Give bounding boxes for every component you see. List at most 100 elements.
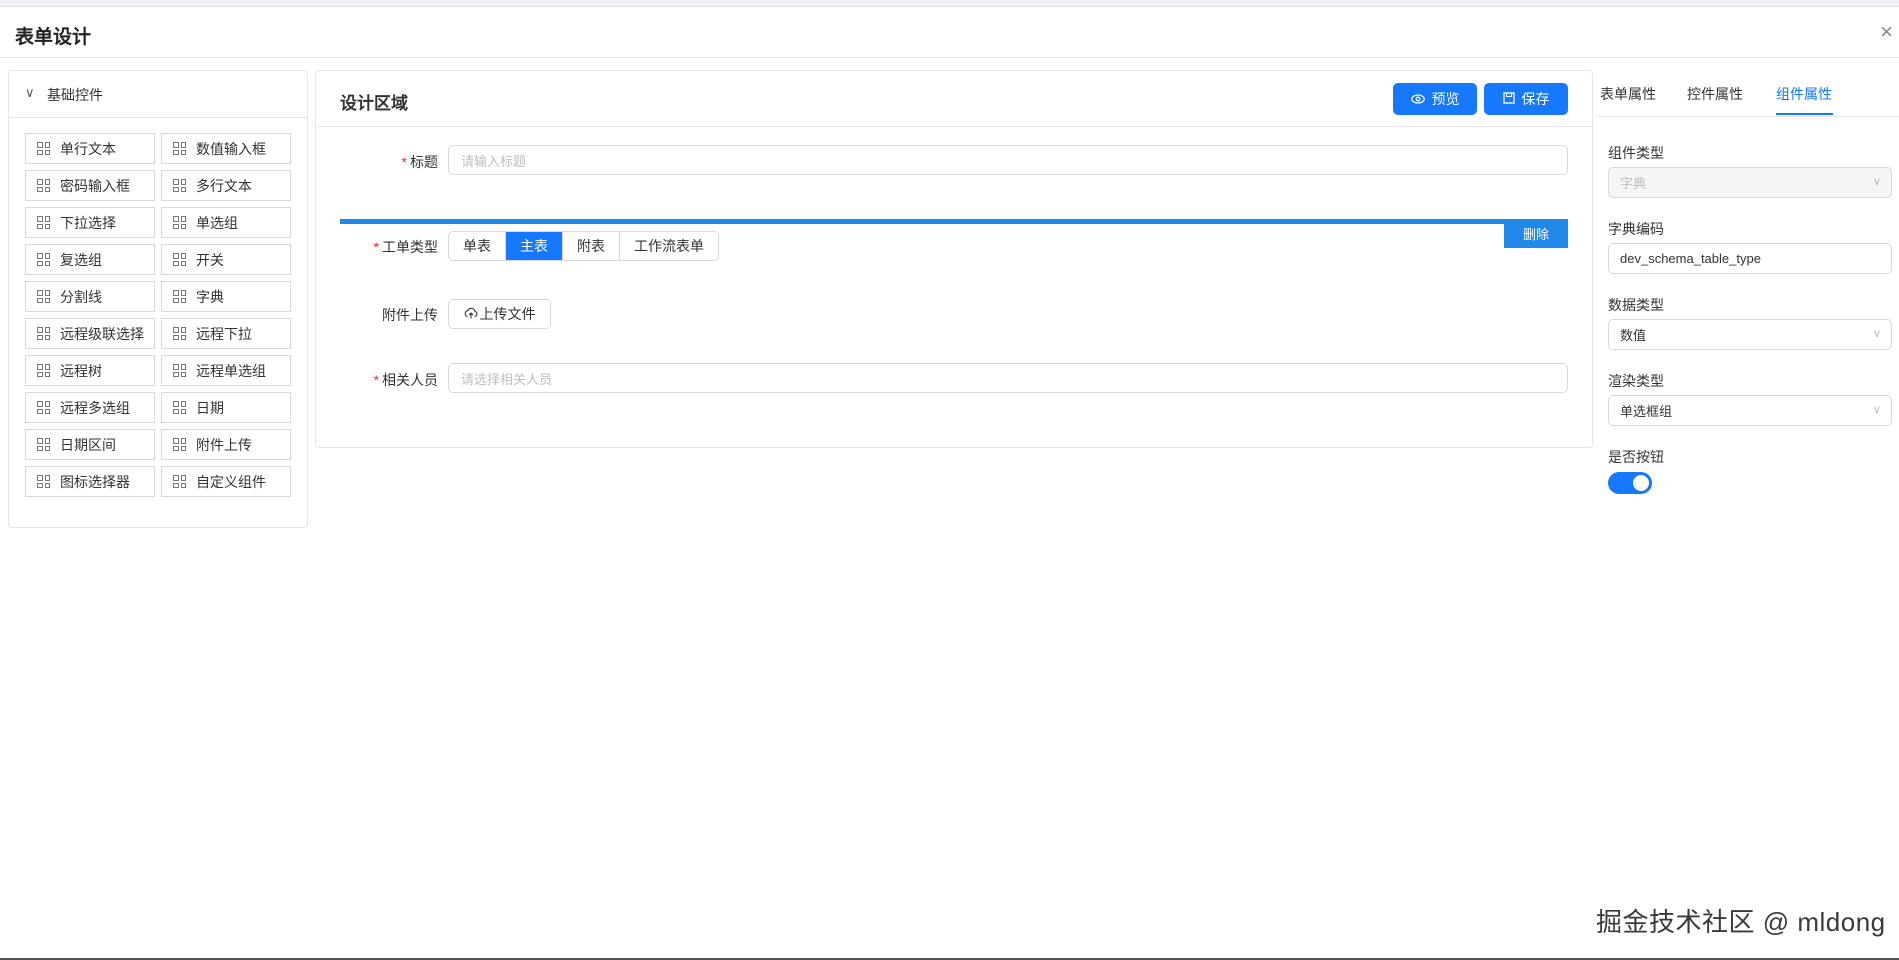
related-people-label: * 相关人员 <box>373 372 438 388</box>
control-item[interactable]: 单行文本 <box>25 133 155 164</box>
design-area-title: 设计区域 <box>340 94 408 113</box>
upload-file-label: 上传文件 <box>479 306 536 322</box>
data-type-select[interactable]: 数值 ∨ <box>1608 319 1892 350</box>
control-item[interactable]: 远程级联选择 <box>25 318 155 349</box>
work-order-type-option[interactable]: 工作流表单 <box>620 232 718 260</box>
grid-icon <box>37 142 50 155</box>
control-item[interactable]: 自定义组件 <box>161 466 291 497</box>
control-item[interactable]: 远程下拉 <box>161 318 291 349</box>
switch-knob <box>1633 475 1649 491</box>
control-item[interactable]: 密码输入框 <box>25 170 155 201</box>
tab-control-properties[interactable]: 控件属性 <box>1687 84 1743 104</box>
save-button[interactable]: 保存 <box>1484 83 1568 115</box>
grid-icon <box>173 216 186 229</box>
control-item[interactable]: 单选组 <box>161 207 291 238</box>
grid-icon <box>37 216 50 229</box>
eye-icon <box>1410 92 1425 107</box>
data-type-label: 数据类型 <box>1608 297 1664 313</box>
control-item-label: 远程单选组 <box>196 362 266 379</box>
control-item[interactable]: 附件上传 <box>161 429 291 460</box>
upload-file-button[interactable]: 上传文件 <box>448 299 551 329</box>
control-item-label: 数值输入框 <box>196 140 266 157</box>
control-item[interactable]: 分割线 <box>25 281 155 312</box>
controls-panel: ∨ 基础控件 单行文本 数值输入框密码输入框 多行文本下拉选择 单选组复选组 开关分割线… <box>8 70 308 528</box>
render-type-select[interactable]: 单选框组 ∨ <box>1608 395 1892 426</box>
control-item-label: 日期区间 <box>60 436 116 453</box>
grid-icon <box>37 327 50 340</box>
control-item-label: 远程多选组 <box>60 399 130 416</box>
control-item-label: 自定义组件 <box>196 473 266 490</box>
control-item[interactable]: 远程单选组 <box>161 355 291 386</box>
control-item-label: 附件上传 <box>196 436 252 453</box>
control-item[interactable]: 下拉选择 <box>25 207 155 238</box>
dict-code-input[interactable]: dev_schema_table_type <box>1608 243 1892 274</box>
chevron-down-icon: ∨ <box>25 85 35 100</box>
control-item-label: 分割线 <box>60 288 102 305</box>
control-item[interactable]: 数值输入框 <box>161 133 291 164</box>
grid-icon <box>173 475 186 488</box>
title-input[interactable]: 请输入标题 <box>448 145 1568 175</box>
control-item[interactable]: 多行文本 <box>161 170 291 201</box>
component-type-select: 字典 ∨ <box>1608 167 1892 198</box>
controls-section-header[interactable]: ∨ 基础控件 <box>9 71 307 118</box>
grid-icon <box>37 438 50 451</box>
control-item-label: 多行文本 <box>196 177 252 194</box>
control-item[interactable]: 开关 <box>161 244 291 275</box>
preview-button[interactable]: 预览 <box>1393 83 1477 115</box>
control-item-label: 单行文本 <box>60 140 116 157</box>
related-people-select[interactable]: 请选择相关人员 <box>448 363 1568 393</box>
grid-icon <box>37 475 50 488</box>
work-order-type-option[interactable]: 附表 <box>563 232 620 260</box>
control-item-label: 远程级联选择 <box>60 325 144 342</box>
preview-button-label: 预览 <box>1431 91 1460 107</box>
work-order-type-option[interactable]: 单表 <box>449 232 506 260</box>
grid-icon <box>37 290 50 303</box>
modal-header: 表单设计 × <box>0 7 1899 58</box>
controls-section-title: 基础控件 <box>47 87 103 103</box>
required-mark: * <box>373 372 379 388</box>
control-item-label: 复选组 <box>60 251 102 268</box>
properties-panel: 表单属性 控件属性 组件属性 组件类型 字典 ∨ 字典编码 dev_schema… <box>1598 70 1899 510</box>
control-item[interactable]: 日期 <box>161 392 291 423</box>
attachment-label: 附件上传 <box>382 307 438 323</box>
control-item[interactable]: 复选组 <box>25 244 155 275</box>
control-item-label: 远程下拉 <box>196 325 252 342</box>
control-item[interactable]: 远程多选组 <box>25 392 155 423</box>
close-icon[interactable]: × <box>1880 21 1893 43</box>
title-label: * 标题 <box>401 154 438 170</box>
required-mark: * <box>401 154 407 170</box>
active-tab-indicator <box>1776 113 1833 115</box>
control-item[interactable]: 字典 <box>161 281 291 312</box>
grid-icon <box>37 364 50 377</box>
grid-icon <box>37 401 50 414</box>
design-area-header: 设计区域 预览 保存 <box>316 71 1592 127</box>
dict-code-label: 字典编码 <box>1608 221 1664 237</box>
control-item-label: 字典 <box>196 288 224 305</box>
save-button-label: 保存 <box>1521 91 1550 107</box>
tab-component-properties[interactable]: 组件属性 <box>1776 84 1832 104</box>
grid-icon <box>173 401 186 414</box>
control-item[interactable]: 远程树 <box>25 355 155 386</box>
render-type-label: 渲染类型 <box>1608 373 1664 389</box>
control-item-label: 远程树 <box>60 362 102 379</box>
grid-icon <box>173 253 186 266</box>
chevron-down-icon: ∨ <box>1872 176 1881 188</box>
tab-form-properties[interactable]: 表单属性 <box>1600 84 1656 104</box>
control-item[interactable]: 日期区间 <box>25 429 155 460</box>
control-item-label: 日期 <box>196 399 224 416</box>
grid-icon <box>173 438 186 451</box>
grid-icon <box>173 142 186 155</box>
control-item-label: 图标选择器 <box>60 473 130 490</box>
selected-component-outline <box>340 219 1568 224</box>
control-item-label: 开关 <box>196 251 224 268</box>
is-button-label: 是否按钮 <box>1608 449 1664 465</box>
control-item[interactable]: 图标选择器 <box>25 466 155 497</box>
control-item-label: 下拉选择 <box>60 214 116 231</box>
control-item-label: 密码输入框 <box>60 177 130 194</box>
work-order-type-option[interactable]: 主表 <box>506 232 563 260</box>
grid-icon <box>173 290 186 303</box>
delete-component-button[interactable]: 删除 <box>1504 219 1568 248</box>
is-button-switch[interactable] <box>1608 472 1652 494</box>
required-mark: * <box>373 239 379 255</box>
chevron-down-icon: ∨ <box>1872 404 1881 416</box>
